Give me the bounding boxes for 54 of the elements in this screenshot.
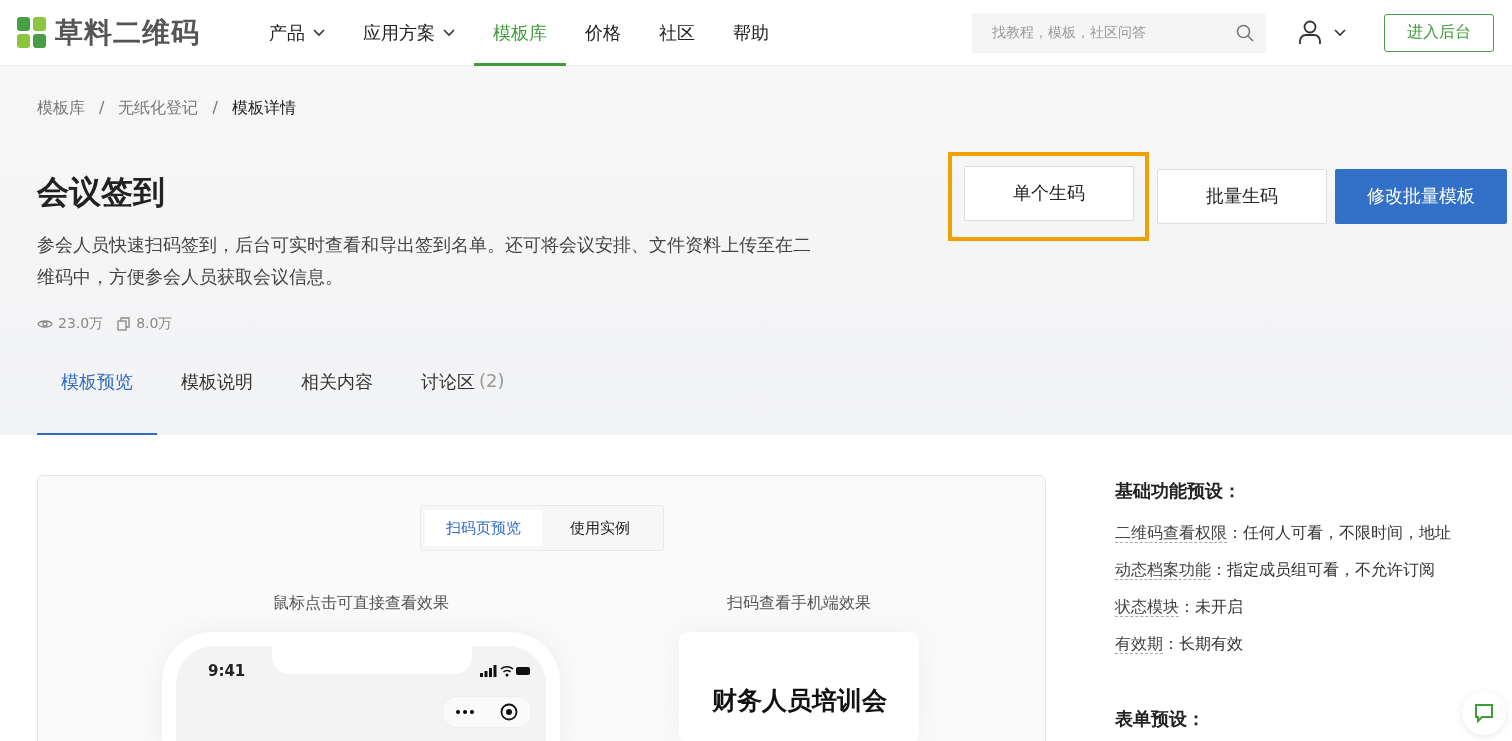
preview-caption: 扫码查看手机端效果: [727, 593, 871, 614]
eye-icon: [37, 318, 53, 330]
tab[interactable]: 模板预览: [37, 370, 157, 435]
search-icon[interactable]: [1236, 23, 1254, 42]
tab[interactable]: 讨论区 (2): [397, 370, 529, 435]
breadcrumb-item[interactable]: 无纸化登记: [118, 98, 199, 119]
setting-label[interactable]: 动态档案功能: [1115, 560, 1211, 580]
generate-button[interactable]: 批量生码: [1157, 168, 1327, 224]
section-heading: 表单预设：: [1115, 707, 1206, 731]
chat-icon[interactable]: [1474, 703, 1494, 723]
segment-tab[interactable]: 使用实例: [541, 510, 659, 546]
setting-value: ：长期有效: [1163, 634, 1243, 653]
logo-icon: [17, 16, 47, 49]
status-time: 9:41: [208, 662, 246, 680]
template-description: 参会人员快速扫码签到，后台可实时查看和导出签到名单。还可将会议安排、文件资料上传至在二维码中，方便参会人员获取会议信息。: [37, 233, 812, 289]
chevron-down-icon: [313, 28, 325, 37]
segment-tab[interactable]: 扫码页预览: [424, 510, 542, 546]
setting-value: ：任何人可看，不限时间，地址: [1227, 523, 1451, 542]
chevron-down-icon: [443, 28, 455, 37]
more-icon[interactable]: [456, 710, 474, 714]
stat-count: 23.0万: [58, 315, 104, 333]
breadcrumb-item[interactable]: 模板库: [37, 98, 85, 119]
setting-label[interactable]: 有效期: [1115, 634, 1163, 654]
console-button[interactable]: 进入后台: [1384, 13, 1494, 52]
edit-template-button[interactable]: 修改批量模板: [1335, 168, 1507, 224]
feedback-button[interactable]: [1462, 691, 1506, 735]
phone-mockup[interactable]: 9:41: [162, 632, 560, 741]
generate-button[interactable]: 单个生码: [964, 165, 1134, 221]
setting-label[interactable]: 状态模块: [1115, 597, 1179, 617]
copy-icon: [117, 317, 132, 331]
breadcrumb-item[interactable]: /: [212, 98, 218, 119]
user-icon[interactable]: [1298, 20, 1322, 45]
mini-program-capsule[interactable]: [442, 696, 532, 728]
chevron-down-icon: [1334, 28, 1346, 37]
logo-text[interactable]: 草料二维码: [55, 13, 200, 52]
nav-item[interactable]: 应用方案: [344, 0, 474, 66]
setting-label[interactable]: 二维码查看权限: [1115, 523, 1227, 543]
breadcrumb-item[interactable]: /: [99, 98, 105, 119]
tab[interactable]: 相关内容: [277, 370, 397, 435]
nav-item[interactable]: 价格: [566, 0, 640, 66]
status-icons: [480, 665, 532, 677]
breadcrumb-item: 模板详情: [231, 98, 296, 119]
nav-item[interactable]: 产品: [250, 0, 344, 66]
setting-value: ：指定成员组可看，不允许订阅: [1211, 560, 1435, 579]
qr-card-title: 财务人员培训会: [711, 688, 887, 717]
setting-value: ：未开启: [1179, 597, 1243, 616]
preview-caption: 鼠标点击可直接查看效果: [273, 593, 449, 614]
template-title: 会议签到: [37, 172, 166, 213]
nav-item[interactable]: 帮助: [714, 0, 788, 66]
stat-count: 8.0万: [136, 315, 173, 333]
nav-item[interactable]: 社区: [640, 0, 714, 66]
tab[interactable]: 模板说明: [157, 370, 277, 435]
target-icon[interactable]: [500, 703, 518, 721]
section-heading: 基础功能预设：: [1115, 479, 1242, 503]
